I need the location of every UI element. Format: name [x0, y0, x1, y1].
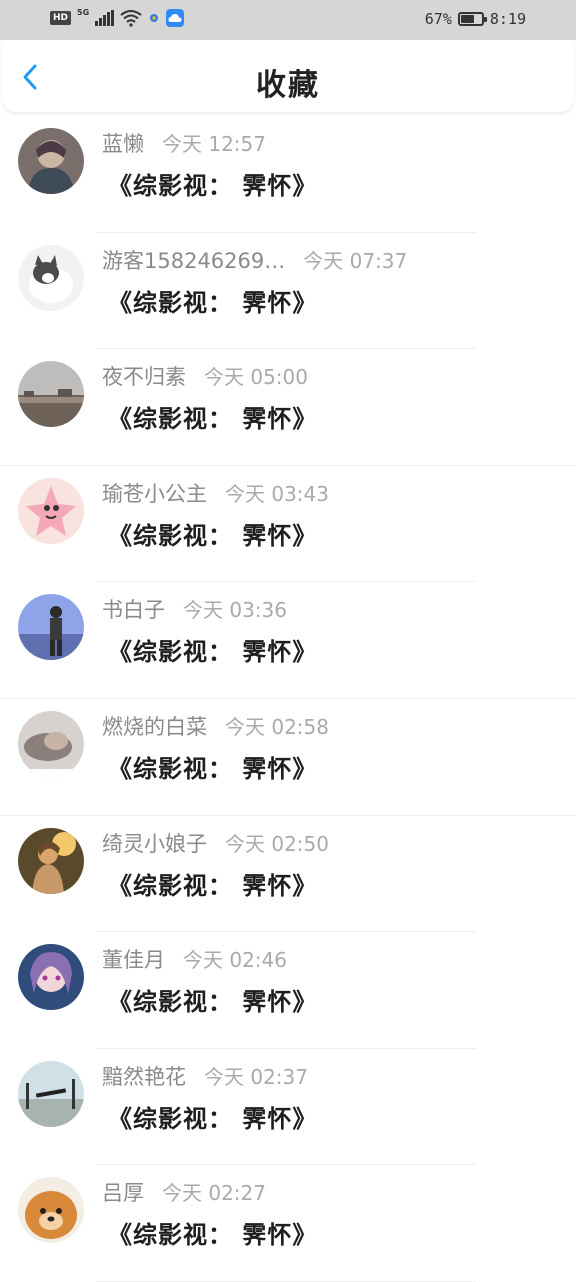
user-name[interactable]: 黯然艳花 [102, 1061, 186, 1091]
user-name[interactable]: 书白子 [102, 594, 165, 624]
list-item[interactable]: 蓝懒 今天 12:57 《综影视： 霁怀》 [0, 116, 576, 233]
list-item[interactable]: 瑜苍小公主 今天 03:43 《综影视： 霁怀》 [0, 466, 576, 583]
list-item[interactable]: 吕厚 今天 02:27 《综影视： 霁怀》 [0, 1165, 576, 1282]
battery-icon [457, 12, 487, 26]
story-title[interactable]: 《综影视： 霁怀》 [108, 283, 317, 318]
timestamp: 今天 05:00 [204, 365, 308, 390]
timestamp: 今天 02:58 [225, 714, 329, 739]
avatar-person-sky-icon [18, 594, 84, 661]
avatar[interactable] [18, 710, 84, 777]
story-title[interactable]: 《综影视： 霁怀》 [108, 166, 317, 201]
signal-icon [95, 10, 115, 26]
timestamp: 今天 02:46 [183, 948, 287, 973]
user-name[interactable]: 夜不归素 [102, 361, 186, 391]
timestamp: 今天 02:50 [225, 831, 329, 856]
item-meta: 瑜苍小公主 今天 03:43 [102, 478, 329, 508]
item-meta: 蓝懒 今天 12:57 [102, 128, 266, 158]
item-meta: 黯然艳花 今天 02:37 [102, 1061, 308, 1091]
avatar[interactable] [18, 594, 84, 661]
user-name[interactable]: 游客158246269… [102, 245, 285, 275]
user-name[interactable]: 燃烧的白菜 [102, 711, 207, 741]
timestamp: 今天 02:27 [162, 1181, 266, 1206]
list-item[interactable]: 夜不归素 今天 05:00 《综影视： 霁怀》 [0, 349, 576, 466]
wifi-icon [120, 10, 142, 27]
user-name[interactable]: 瑜苍小公主 [102, 478, 207, 508]
list-item[interactable]: 燃烧的白菜 今天 02:58 《综影视： 霁怀》 [0, 699, 576, 816]
timestamp: 今天 02:37 [204, 1064, 308, 1089]
list-item[interactable]: 黯然艳花 今天 02:37 《综影视： 霁怀》 [0, 1049, 576, 1166]
avatar-starfish-icon [18, 477, 84, 544]
story-title[interactable]: 《综影视： 霁怀》 [108, 1099, 317, 1134]
avatar[interactable] [18, 1060, 84, 1127]
status-bar-right: 67% 8:19 [425, 10, 526, 28]
story-title[interactable]: 《综影视： 霁怀》 [108, 1215, 317, 1250]
avatar-sleeping-icon [18, 710, 84, 777]
item-meta: 游客158246269… 今天 07:37 [102, 245, 407, 275]
item-meta: 燃烧的白菜 今天 02:58 [102, 711, 329, 741]
timestamp: 今天 07:37 [303, 248, 408, 273]
item-meta: 董佳月 今天 02:46 [102, 944, 287, 974]
item-meta: 绮灵小娘子 今天 02:50 [102, 828, 329, 858]
avatar-girl-sunset-icon [18, 827, 84, 894]
story-title[interactable]: 《综影视： 霁怀》 [108, 516, 317, 551]
story-title[interactable]: 《综影视： 霁怀》 [108, 749, 317, 784]
avatar-anime-icon [18, 128, 84, 194]
page-title: 收藏 [256, 68, 320, 103]
avatar[interactable] [18, 244, 84, 311]
story-title[interactable]: 《综影视： 霁怀》 [108, 866, 317, 901]
avatar-dog-icon [18, 1177, 84, 1244]
list-item[interactable]: 游客158246269… 今天 07:37 《综影视： 霁怀》 [0, 233, 576, 350]
avatar-landscape-icon [18, 361, 84, 428]
avatar[interactable] [18, 827, 84, 894]
user-name[interactable]: 绮灵小娘子 [102, 828, 207, 858]
list-item[interactable]: 绮灵小娘子 今天 02:50 《综影视： 霁怀》 [0, 816, 576, 933]
avatar[interactable] [18, 1177, 84, 1244]
item-meta: 书白子 今天 03:36 [102, 594, 287, 624]
status-bar-left: HD 5G [50, 7, 185, 27]
timestamp: 今天 12:57 [162, 132, 266, 156]
item-meta: 夜不归素 今天 05:00 [102, 361, 308, 391]
favorites-list: 蓝懒 今天 12:57 《综影视： 霁怀》 游客158246269… 今天 07:37 《… [0, 116, 576, 1282]
story-title[interactable]: 《综影视： 霁怀》 [108, 632, 317, 667]
timestamp: 今天 03:36 [183, 598, 287, 623]
list-item[interactable]: 书白子 今天 03:36 《综影视： 霁怀》 [0, 582, 576, 699]
avatar[interactable] [18, 477, 84, 544]
network-type: 5G [77, 7, 90, 17]
avatar-beach-icon [18, 1060, 84, 1127]
avatar-cat-icon [18, 244, 84, 311]
timestamp: 今天 03:43 [225, 481, 329, 506]
cloud-icon [166, 9, 185, 27]
hd-badge: HD [50, 11, 72, 25]
status-bar: HD 5G 67% 8:19 [0, 0, 576, 40]
avatar[interactable] [18, 944, 84, 1011]
clock: 8:19 [489, 10, 526, 28]
list-item[interactable]: 董佳月 今天 02:46 《综影视： 霁怀》 [0, 932, 576, 1049]
user-name[interactable]: 吕厚 [102, 1177, 144, 1207]
notification-icon [150, 14, 159, 22]
story-title[interactable]: 《综影视： 霁怀》 [108, 399, 317, 434]
header: 收藏 [2, 40, 574, 112]
story-title[interactable]: 《综影视： 霁怀》 [108, 982, 317, 1017]
battery-level [460, 15, 474, 23]
avatar[interactable] [18, 361, 84, 428]
user-name[interactable]: 蓝懒 [102, 128, 144, 158]
user-name[interactable]: 董佳月 [102, 944, 165, 974]
battery-percent: 67% [424, 10, 452, 28]
avatar-anime-girl-icon [18, 944, 84, 1011]
avatar[interactable] [18, 128, 84, 194]
item-meta: 吕厚 今天 02:27 [102, 1177, 266, 1207]
